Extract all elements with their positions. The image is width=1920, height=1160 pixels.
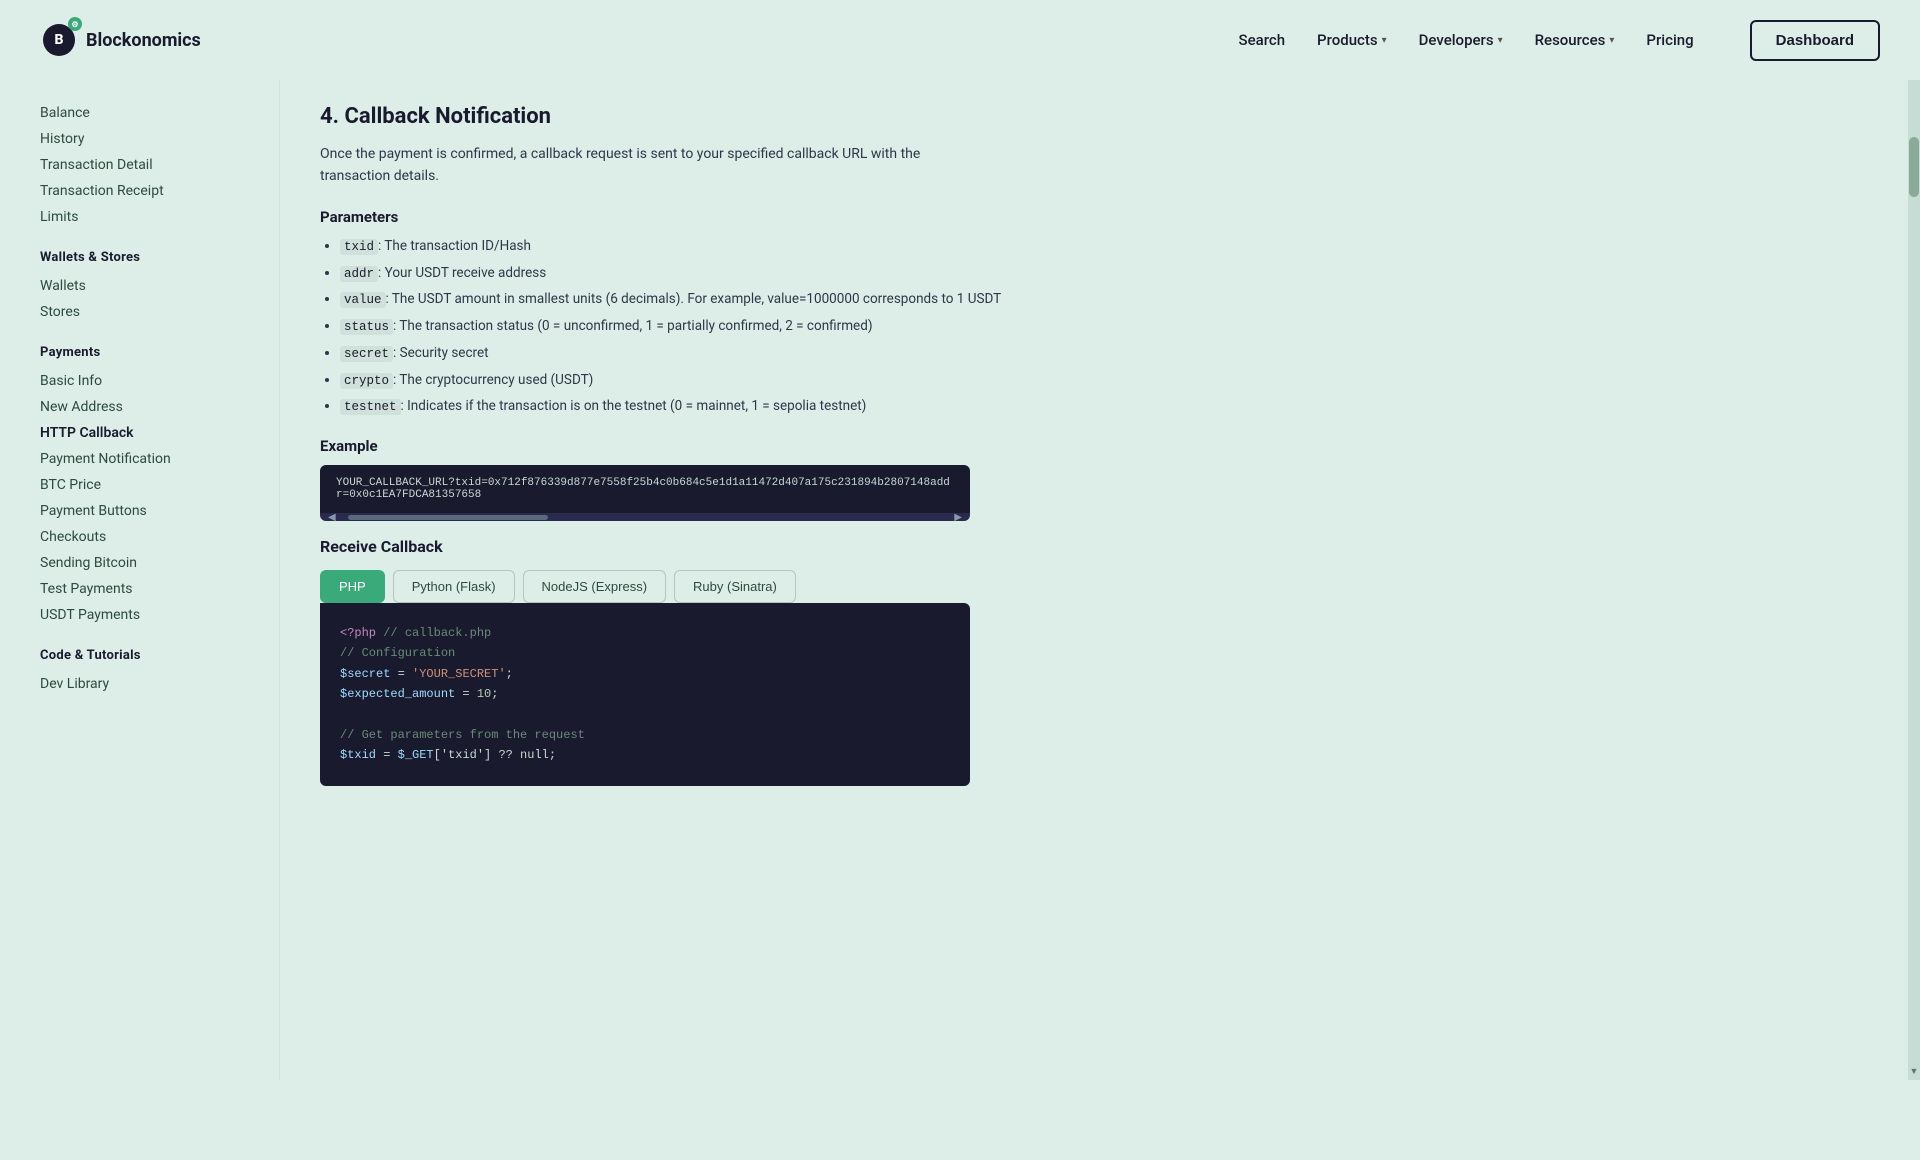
param-secret: secret: Security secret [340,343,1860,364]
receive-callback-heading: Receive Callback [320,537,1860,556]
section-number: 4. [320,104,339,129]
tab-nodejs[interactable]: NodeJS (Express) [523,570,666,603]
scroll-right-arrow-icon[interactable]: ▶ [950,512,966,523]
code-line-5 [340,705,950,725]
sidebar-item-checkouts[interactable]: Checkouts [40,524,279,550]
sidebar-group-wallets-stores: Wallets & Stores Wallets Stores [40,250,279,325]
scroll-thumb[interactable] [348,515,548,520]
sidebar-item-test-payments[interactable]: Test Payments [40,576,279,602]
code-line-7: $txid = $_GET['txid'] ?? null; [340,745,950,765]
param-addr: addr: Your USDT receive address [340,263,1860,284]
code-line-2: // Configuration [340,643,950,663]
sidebar-item-history[interactable]: History [40,126,279,152]
header: B ⚙ Blockonomics Search Products ▾ Devel… [0,0,1920,80]
param-txid: txid: The transaction ID/Hash [340,236,1860,257]
code-line-6: // Get parameters from the request [340,725,950,745]
language-tabs: PHP Python (Flask) NodeJS (Express) Ruby… [320,570,1860,603]
sidebar-item-http-callback[interactable]: HTTP Callback [40,420,279,446]
sidebar-item-sending-bitcoin[interactable]: Sending Bitcoin [40,550,279,576]
nav-pricing[interactable]: Pricing [1646,31,1693,49]
param-testnet: testnet: Indicates if the transaction is… [340,396,1860,417]
sidebar-item-basic-info[interactable]: Basic Info [40,368,279,394]
products-arrow-icon: ▾ [1382,35,1387,46]
sidebar-item-new-address[interactable]: New Address [40,394,279,420]
sidebar-item-balance[interactable]: Balance [40,100,279,126]
sidebar-item-payment-buttons[interactable]: Payment Buttons [40,498,279,524]
sidebar-section-wallets-stores: Wallets & Stores [40,250,279,265]
sidebar-item-usdt-payments[interactable]: USDT Payments [40,602,279,628]
brand-name: Blockonomics [86,30,201,51]
page-scrollbar[interactable]: ▲ ▼ [1908,0,1920,1080]
example-url-bar: YOUR_CALLBACK_URL?txid=0x712f876339d877e… [320,465,970,513]
sidebar-section-payments: Payments [40,345,279,360]
section-title: Callback Notification [344,104,551,129]
url-scrollbar[interactable]: ◀ ▶ [320,513,970,521]
code-line-3: $secret = 'YOUR_SECRET'; [340,664,950,684]
example-url-text: YOUR_CALLBACK_URL?txid=0x712f876339d877e… [336,477,950,501]
resources-arrow-icon: ▾ [1609,35,1614,46]
sidebar-group-top: Balance History Transaction Detail Trans… [40,100,279,230]
parameters-list: txid: The transaction ID/Hash addr: Your… [320,236,1860,417]
sidebar: Balance History Transaction Detail Trans… [0,80,280,1080]
page-layout: Balance History Transaction Detail Trans… [0,80,1920,1080]
sidebar-item-limits[interactable]: Limits [40,204,279,230]
nav-products[interactable]: Products ▾ [1317,31,1387,49]
sidebar-item-stores[interactable]: Stores [40,299,279,325]
main-nav: Search Products ▾ Developers ▾ Resources… [1239,20,1880,61]
tab-python[interactable]: Python (Flask) [393,570,515,603]
sidebar-item-transaction-detail[interactable]: Transaction Detail [40,152,279,178]
logo-gear-icon: ⚙ [68,17,82,31]
sidebar-item-dev-library[interactable]: Dev Library [40,671,279,697]
intro-text: Once the payment is confirmed, a callbac… [320,143,970,188]
param-crypto: crypto: The cryptocurrency used (USDT) [340,370,1860,391]
param-value: value: The USDT amount in smallest units… [340,289,1860,310]
sidebar-item-payment-notification[interactable]: Payment Notification [40,446,279,472]
example-heading: Example [320,437,1860,455]
sidebar-group-payments: Payments Basic Info New Address HTTP Cal… [40,345,279,628]
section-heading: 4. Callback Notification [320,104,1860,129]
sidebar-group-code-tutorials: Code & Tutorials Dev Library [40,648,279,697]
page-scroll-thumb[interactable] [1909,137,1919,197]
sidebar-item-btc-price[interactable]: BTC Price [40,472,279,498]
code-line-1: <?php // callback.php [340,623,950,643]
developers-arrow-icon: ▾ [1498,35,1503,46]
nav-resources[interactable]: Resources ▾ [1535,31,1615,49]
tab-php[interactable]: PHP [320,570,385,603]
tab-ruby[interactable]: Ruby (Sinatra) [674,570,796,603]
parameters-heading: Parameters [320,208,1860,226]
code-line-4: $expected_amount = 10; [340,684,950,704]
code-block: <?php // callback.php // Configuration $… [320,603,970,786]
page-scroll-down-arrow-icon[interactable]: ▼ [1907,1063,1920,1080]
nav-developers[interactable]: Developers ▾ [1419,31,1503,49]
dashboard-button[interactable]: Dashboard [1750,20,1880,61]
nav-search[interactable]: Search [1239,31,1286,49]
sidebar-item-transaction-receipt[interactable]: Transaction Receipt [40,178,279,204]
logo[interactable]: B ⚙ Blockonomics [40,21,201,59]
sidebar-section-code-tutorials: Code & Tutorials [40,648,279,663]
sidebar-item-wallets[interactable]: Wallets [40,273,279,299]
main-content: 4. Callback Notification Once the paymen… [280,80,1920,1080]
scroll-left-arrow-icon[interactable]: ◀ [324,512,340,523]
param-status: status: The transaction status (0 = unco… [340,316,1860,337]
